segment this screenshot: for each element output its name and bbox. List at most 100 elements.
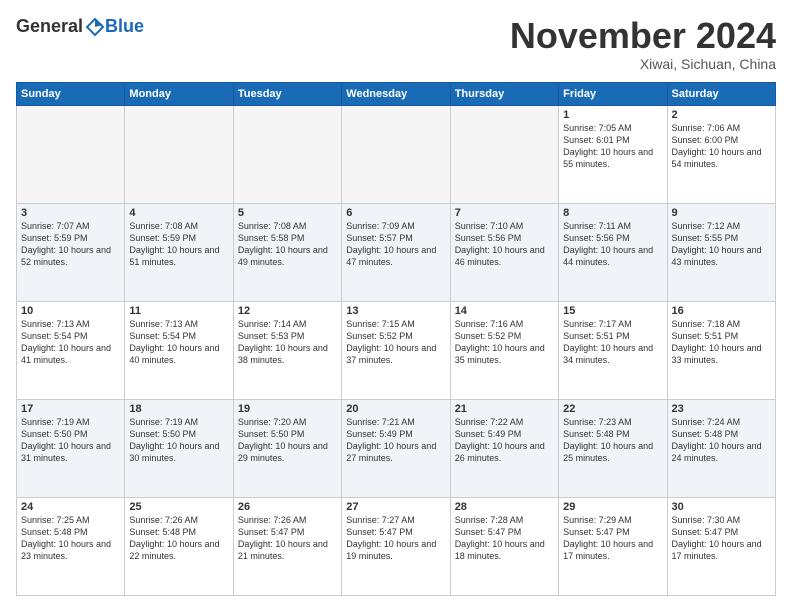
col-sunday: Sunday	[17, 82, 125, 105]
day-number: 6	[346, 207, 445, 219]
day-info: Sunrise: 7:15 AM Sunset: 5:52 PM Dayligh…	[346, 318, 445, 367]
day-number: 20	[346, 403, 445, 415]
day-info: Sunrise: 7:28 AM Sunset: 5:47 PM Dayligh…	[455, 514, 554, 563]
table-row: 4Sunrise: 7:08 AM Sunset: 5:59 PM Daylig…	[125, 203, 233, 301]
table-row: 22Sunrise: 7:23 AM Sunset: 5:48 PM Dayli…	[559, 399, 667, 497]
day-info: Sunrise: 7:24 AM Sunset: 5:48 PM Dayligh…	[672, 416, 771, 465]
day-number: 27	[346, 501, 445, 513]
table-row	[125, 105, 233, 203]
day-info: Sunrise: 7:25 AM Sunset: 5:48 PM Dayligh…	[21, 514, 120, 563]
calendar-week-0: 1Sunrise: 7:05 AM Sunset: 6:01 PM Daylig…	[17, 105, 776, 203]
day-number: 14	[455, 305, 554, 317]
day-info: Sunrise: 7:12 AM Sunset: 5:55 PM Dayligh…	[672, 220, 771, 269]
day-number: 5	[238, 207, 337, 219]
table-row: 30Sunrise: 7:30 AM Sunset: 5:47 PM Dayli…	[667, 497, 775, 595]
table-row: 29Sunrise: 7:29 AM Sunset: 5:47 PM Dayli…	[559, 497, 667, 595]
table-row: 2Sunrise: 7:06 AM Sunset: 6:00 PM Daylig…	[667, 105, 775, 203]
day-info: Sunrise: 7:19 AM Sunset: 5:50 PM Dayligh…	[129, 416, 228, 465]
day-number: 22	[563, 403, 662, 415]
day-number: 29	[563, 501, 662, 513]
col-monday: Monday	[125, 82, 233, 105]
table-row: 11Sunrise: 7:13 AM Sunset: 5:54 PM Dayli…	[125, 301, 233, 399]
day-number: 15	[563, 305, 662, 317]
location: Xiwai, Sichuan, China	[510, 56, 776, 72]
day-info: Sunrise: 7:19 AM Sunset: 5:50 PM Dayligh…	[21, 416, 120, 465]
table-row: 26Sunrise: 7:26 AM Sunset: 5:47 PM Dayli…	[233, 497, 341, 595]
day-info: Sunrise: 7:23 AM Sunset: 5:48 PM Dayligh…	[563, 416, 662, 465]
day-number: 21	[455, 403, 554, 415]
table-row: 14Sunrise: 7:16 AM Sunset: 5:52 PM Dayli…	[450, 301, 558, 399]
logo-blue: Blue	[105, 16, 144, 37]
day-info: Sunrise: 7:26 AM Sunset: 5:47 PM Dayligh…	[238, 514, 337, 563]
table-row	[342, 105, 450, 203]
calendar: Sunday Monday Tuesday Wednesday Thursday…	[16, 82, 776, 596]
calendar-week-1: 3Sunrise: 7:07 AM Sunset: 5:59 PM Daylig…	[17, 203, 776, 301]
day-number: 17	[21, 403, 120, 415]
day-info: Sunrise: 7:14 AM Sunset: 5:53 PM Dayligh…	[238, 318, 337, 367]
day-number: 1	[563, 109, 662, 121]
day-info: Sunrise: 7:06 AM Sunset: 6:00 PM Dayligh…	[672, 122, 771, 171]
day-info: Sunrise: 7:27 AM Sunset: 5:47 PM Dayligh…	[346, 514, 445, 563]
table-row: 6Sunrise: 7:09 AM Sunset: 5:57 PM Daylig…	[342, 203, 450, 301]
table-row: 9Sunrise: 7:12 AM Sunset: 5:55 PM Daylig…	[667, 203, 775, 301]
table-row: 15Sunrise: 7:17 AM Sunset: 5:51 PM Dayli…	[559, 301, 667, 399]
table-row: 27Sunrise: 7:27 AM Sunset: 5:47 PM Dayli…	[342, 497, 450, 595]
day-info: Sunrise: 7:21 AM Sunset: 5:49 PM Dayligh…	[346, 416, 445, 465]
day-info: Sunrise: 7:05 AM Sunset: 6:01 PM Dayligh…	[563, 122, 662, 171]
day-number: 9	[672, 207, 771, 219]
table-row	[450, 105, 558, 203]
table-row: 3Sunrise: 7:07 AM Sunset: 5:59 PM Daylig…	[17, 203, 125, 301]
table-row: 20Sunrise: 7:21 AM Sunset: 5:49 PM Dayli…	[342, 399, 450, 497]
calendar-week-4: 24Sunrise: 7:25 AM Sunset: 5:48 PM Dayli…	[17, 497, 776, 595]
day-number: 19	[238, 403, 337, 415]
table-row: 7Sunrise: 7:10 AM Sunset: 5:56 PM Daylig…	[450, 203, 558, 301]
day-info: Sunrise: 7:11 AM Sunset: 5:56 PM Dayligh…	[563, 220, 662, 269]
day-number: 30	[672, 501, 771, 513]
day-number: 8	[563, 207, 662, 219]
day-info: Sunrise: 7:22 AM Sunset: 5:49 PM Dayligh…	[455, 416, 554, 465]
day-info: Sunrise: 7:09 AM Sunset: 5:57 PM Dayligh…	[346, 220, 445, 269]
title-section: November 2024 Xiwai, Sichuan, China	[510, 16, 776, 72]
day-info: Sunrise: 7:08 AM Sunset: 5:59 PM Dayligh…	[129, 220, 228, 269]
logo-text: General Blue	[16, 16, 144, 37]
day-number: 4	[129, 207, 228, 219]
table-row	[17, 105, 125, 203]
day-info: Sunrise: 7:07 AM Sunset: 5:59 PM Dayligh…	[21, 220, 120, 269]
table-row: 8Sunrise: 7:11 AM Sunset: 5:56 PM Daylig…	[559, 203, 667, 301]
day-info: Sunrise: 7:17 AM Sunset: 5:51 PM Dayligh…	[563, 318, 662, 367]
day-info: Sunrise: 7:30 AM Sunset: 5:47 PM Dayligh…	[672, 514, 771, 563]
day-number: 11	[129, 305, 228, 317]
col-wednesday: Wednesday	[342, 82, 450, 105]
col-thursday: Thursday	[450, 82, 558, 105]
table-row: 24Sunrise: 7:25 AM Sunset: 5:48 PM Dayli…	[17, 497, 125, 595]
day-number: 24	[21, 501, 120, 513]
table-row: 5Sunrise: 7:08 AM Sunset: 5:58 PM Daylig…	[233, 203, 341, 301]
day-info: Sunrise: 7:13 AM Sunset: 5:54 PM Dayligh…	[129, 318, 228, 367]
day-info: Sunrise: 7:10 AM Sunset: 5:56 PM Dayligh…	[455, 220, 554, 269]
page: General Blue November 2024 Xiwai, Sichua…	[0, 0, 792, 612]
day-number: 7	[455, 207, 554, 219]
table-row: 17Sunrise: 7:19 AM Sunset: 5:50 PM Dayli…	[17, 399, 125, 497]
day-number: 26	[238, 501, 337, 513]
calendar-week-3: 17Sunrise: 7:19 AM Sunset: 5:50 PM Dayli…	[17, 399, 776, 497]
month-title: November 2024	[510, 16, 776, 56]
day-info: Sunrise: 7:18 AM Sunset: 5:51 PM Dayligh…	[672, 318, 771, 367]
day-info: Sunrise: 7:08 AM Sunset: 5:58 PM Dayligh…	[238, 220, 337, 269]
table-row: 1Sunrise: 7:05 AM Sunset: 6:01 PM Daylig…	[559, 105, 667, 203]
day-number: 10	[21, 305, 120, 317]
table-row: 28Sunrise: 7:28 AM Sunset: 5:47 PM Dayli…	[450, 497, 558, 595]
day-number: 13	[346, 305, 445, 317]
table-row	[233, 105, 341, 203]
day-number: 18	[129, 403, 228, 415]
col-tuesday: Tuesday	[233, 82, 341, 105]
day-info: Sunrise: 7:13 AM Sunset: 5:54 PM Dayligh…	[21, 318, 120, 367]
day-number: 16	[672, 305, 771, 317]
day-info: Sunrise: 7:29 AM Sunset: 5:47 PM Dayligh…	[563, 514, 662, 563]
logo-general: General	[16, 16, 83, 37]
col-saturday: Saturday	[667, 82, 775, 105]
table-row: 23Sunrise: 7:24 AM Sunset: 5:48 PM Dayli…	[667, 399, 775, 497]
table-row: 19Sunrise: 7:20 AM Sunset: 5:50 PM Dayli…	[233, 399, 341, 497]
table-row: 10Sunrise: 7:13 AM Sunset: 5:54 PM Dayli…	[17, 301, 125, 399]
calendar-header-row: Sunday Monday Tuesday Wednesday Thursday…	[17, 82, 776, 105]
logo: General Blue	[16, 16, 144, 37]
